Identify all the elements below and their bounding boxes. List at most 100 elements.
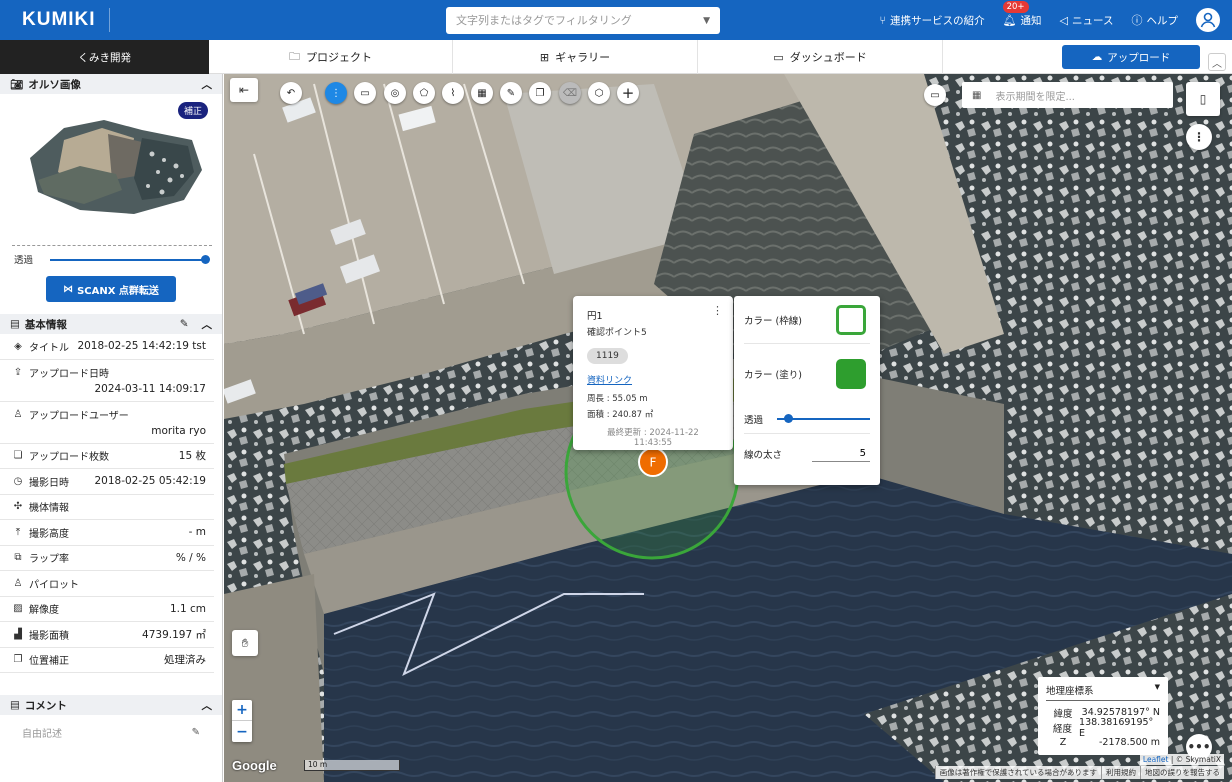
ortho-section-header[interactable]: 📷︎ オルソ画像 ︿ (0, 74, 222, 94)
info-label: 機体情報 (29, 503, 69, 515)
hand-icon: ✋︎ (241, 635, 249, 650)
integrations-link[interactable]: ⑂ 連携サービスの紹介 (879, 13, 984, 28)
leaflet-link[interactable]: Leaflet (1143, 755, 1169, 764)
more-options-button[interactable]: ⋮ (1186, 124, 1212, 150)
news-link[interactable]: ◁ ニュース (1060, 13, 1114, 28)
chevron-down-icon[interactable]: ▼ (703, 16, 710, 26)
style-opacity-slider[interactable] (777, 413, 870, 424)
screen-tool[interactable]: ▭ (924, 84, 946, 106)
chevron-up-icon[interactable]: ︿ (202, 317, 213, 332)
info-value: 処理済み (164, 654, 206, 667)
polygon-tool[interactable]: ⬠ (413, 82, 435, 104)
help-link[interactable]: ⓘ ヘルプ (1132, 12, 1179, 28)
megaphone-icon: ◁ (1059, 13, 1069, 27)
longitude-value: 138.38169195° E (1079, 716, 1154, 739)
app-header: KUMIKI ▼ ⑂ 連携サービスの紹介 20+ 🔔︎ 通知 ◁ ニュース ⓘ … (0, 0, 1232, 40)
report-error-link[interactable]: 地図の誤りを報告する (1140, 766, 1224, 779)
map-marker-icon[interactable]: F (636, 445, 670, 479)
opacity-thumb[interactable] (201, 255, 210, 264)
line-width-input[interactable] (812, 446, 870, 462)
select-tool[interactable]: ⋮ (325, 82, 347, 104)
collapse-sidebar-button[interactable]: ⇤ (230, 78, 258, 102)
last-updated: 最終更新 : 2024-11-22 11:43:55 (607, 428, 699, 448)
undo-tool[interactable]: ↶ (280, 82, 302, 104)
edit-icon: ✎ (506, 87, 516, 99)
copy-tool[interactable]: ❐ (529, 82, 551, 104)
terms-link[interactable]: 利用規約 (1101, 766, 1140, 779)
google-logo: Google (232, 758, 277, 773)
tab-projects[interactable]: 🗀 プロジェクト (209, 40, 453, 74)
altitude-icon: ⤒ (15, 526, 21, 538)
eraser-tool[interactable]: ⌫ (559, 82, 581, 104)
info-label: ラップ率 (29, 554, 69, 566)
collapse-header-button[interactable]: ︿ (1208, 53, 1226, 71)
area-value: 面積 : 240.87 ㎡ (587, 410, 654, 420)
filter-search[interactable]: ▼ (446, 7, 720, 34)
folder-icon: 🗀 (289, 49, 300, 63)
fill-color-swatch[interactable] (836, 359, 866, 389)
coordinate-system-select[interactable]: 地理座標系 ▼ (1046, 683, 1160, 701)
kebab-vertical-icon: ⋮ (1193, 130, 1205, 144)
line-tool[interactable]: ⌇ (442, 82, 464, 104)
info-label: 位置補正 (29, 656, 69, 668)
annotation-popup: ⋮ 円1 確認ポイント5 1119 資料リンク 周長 : 55.05 m 面積 … (573, 296, 733, 450)
pilot-icon: ♙ (13, 577, 23, 589)
ellipsis-icon: ••• (1187, 740, 1211, 754)
bell-icon: 🔔︎ (1002, 13, 1017, 27)
pencil-icon[interactable]: ✎ (180, 318, 189, 330)
info-row: ◷ 撮影日時 2018-02-25 05:42:19 (0, 469, 214, 495)
document-link[interactable]: 資料リンク (587, 373, 719, 386)
info-value: 1.1 cm (169, 602, 206, 615)
info-row: ♙ パイロット (0, 571, 214, 597)
date-filter-input[interactable]: ▦ 表示期間を限定... (962, 82, 1173, 108)
eraser-icon: ⌫ (562, 87, 578, 99)
ortho-opacity-slider[interactable]: 透過 (0, 246, 222, 272)
style-opacity-thumb[interactable] (784, 413, 794, 423)
marker-label: F (650, 456, 657, 470)
workspace-name[interactable]: くみき開発 (0, 40, 209, 74)
comment-section-header[interactable]: ▤ コメント ︿ (0, 695, 222, 715)
3d-tool[interactable]: ⬡ (588, 82, 610, 104)
add-tool[interactable]: + (617, 82, 639, 104)
ortho-thumbnail[interactable] (24, 110, 204, 216)
polyline-icon: ⌇ (450, 87, 456, 99)
elevation-value: -2178.500 m (1098, 737, 1160, 748)
opacity-track[interactable] (50, 259, 208, 261)
measure-tool[interactable]: ▭ (354, 82, 376, 104)
chevron-up-icon[interactable]: ︿ (202, 698, 213, 713)
style-panel: カラー (枠線) カラー (塗り) 透過 線の太さ (734, 296, 880, 485)
app-logo[interactable]: KUMIKI (0, 8, 110, 32)
kebab-vertical-icon: ⋮ (331, 87, 341, 99)
upload-button[interactable]: ☁ アップロード (1062, 45, 1200, 69)
zoom-in-button[interactable]: + (232, 700, 252, 721)
info-label: 解像度 (29, 605, 59, 617)
pencil-icon[interactable]: ✎ (192, 727, 200, 738)
tab-dashboard[interactable]: ▭ ダッシュボード (698, 40, 943, 74)
filter-search-input[interactable] (456, 14, 704, 27)
notifications-link[interactable]: 20+ 🔔︎ 通知 (1002, 0, 1042, 28)
edit-tool[interactable]: ✎ (500, 82, 522, 104)
comment-field[interactable]: 自由記述 ✎ (0, 715, 222, 750)
map-attribution: Leaflet | © SkymatiX (1139, 754, 1224, 765)
map-terms: 画像は著作権で保護されている場合があります 利用規約 地図の誤りを報告する (934, 766, 1224, 779)
info-value: - m (188, 526, 206, 539)
camera-icon: 📷︎ (10, 78, 24, 91)
perimeter-value: 周長 : 55.05 m (587, 394, 648, 404)
stroke-color-swatch[interactable] (836, 304, 866, 335)
annotation-tag[interactable]: 1119 (587, 348, 628, 364)
basemap-button[interactable]: ▯ (1186, 82, 1220, 116)
info-value: % / % (175, 551, 206, 564)
kebab-vertical-icon[interactable]: ⋮ (712, 304, 723, 317)
sidebar: 📷︎ オルソ画像 ︿ 補正 透過 ⋈ SCANX 点群転送 ▤ 基本情報 ✎ ︿… (0, 74, 223, 782)
point-tool[interactable]: ◎ (384, 82, 406, 104)
tab-gallery[interactable]: ⊞ ギャラリー (453, 40, 698, 74)
user-avatar-icon[interactable] (1196, 8, 1220, 32)
grid-tool[interactable]: ▦ (471, 82, 493, 104)
chevron-up-icon[interactable]: ︿ (202, 77, 213, 92)
basic-info-section-header[interactable]: ▤ 基本情報 ✎ ︿ (0, 314, 222, 334)
scanx-transfer-button[interactable]: ⋈ SCANX 点群転送 (46, 276, 176, 302)
pan-tool-button[interactable]: ✋︎ (232, 630, 258, 656)
zoom-out-button[interactable]: − (232, 721, 252, 742)
basic-info-list: ◈ タイトル 2018-02-25 14:42:19 tst ⇪ アップロード日時 202… (0, 334, 222, 673)
map-view[interactable]: F ⇤ ↶ ⋮ ▭ ◎ ⬠ ⌇ ▦ ✎ ❐ ⌫ ⬡ + ▭ ▦ 表示期間を限定.… (224, 74, 1232, 782)
